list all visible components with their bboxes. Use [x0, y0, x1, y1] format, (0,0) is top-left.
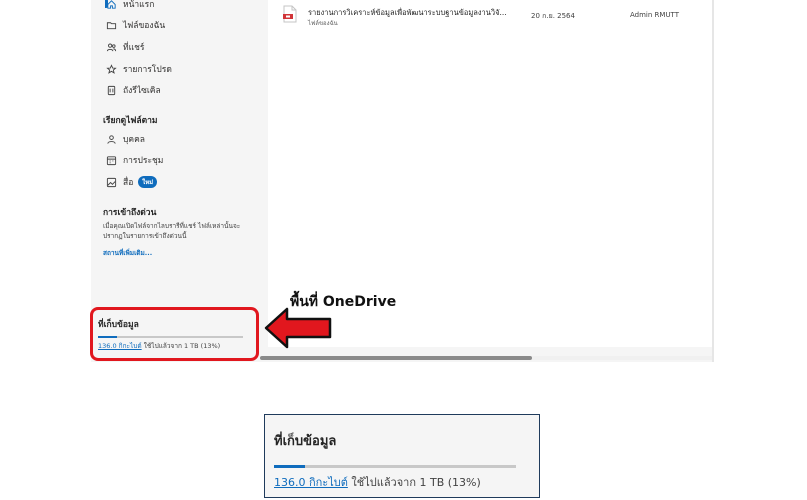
- sidebar-item-meetings[interactable]: การประชุม: [105, 152, 163, 168]
- active-indicator: [105, 0, 108, 8]
- zoom-storage-usage-rest: ใช้ไปแล้วจาก 1 TB (13%): [347, 476, 481, 489]
- quick-access-title: การเข้าถึงด่วน: [103, 208, 157, 218]
- storage-highlight-box: [90, 307, 259, 361]
- sidebar-item-my-files[interactable]: ไฟล์ของฉัน: [105, 17, 165, 33]
- new-badge: ใหม่: [138, 176, 158, 188]
- zoom-storage-progress-bar: [274, 465, 516, 468]
- person-icon: [105, 133, 117, 145]
- calendar-icon: [105, 154, 117, 166]
- trash-icon: [105, 84, 117, 96]
- window-right-border: [712, 0, 714, 362]
- sidebar-item-label: ไฟล์ของฉัน: [123, 21, 166, 31]
- star-icon: [105, 63, 117, 75]
- table-row[interactable]: รายงานการวิเคราะห์ข้อมูลเพื่อพัฒนาระบบฐา…: [268, 0, 714, 30]
- sidebar-item-home[interactable]: หน้าแรก: [105, 0, 154, 12]
- zoom-storage-progress-fill: [274, 465, 306, 468]
- zoom-storage-usage-text: 136.0 กิกะไบต์ ใช้ไปแล้วจาก 1 TB (13%): [274, 473, 481, 491]
- pdf-file-icon: [283, 5, 297, 23]
- file-date: 20 ก.ย. 2564: [531, 12, 575, 20]
- people-icon: [105, 41, 117, 53]
- zoom-storage-used-link[interactable]: 136.0 กิกะไบต์: [274, 476, 348, 489]
- sidebar-item-label: บุคคล: [123, 135, 145, 145]
- sidebar-item-shared[interactable]: ที่แชร์: [105, 39, 144, 55]
- zoom-storage-title: ที่เก็บข้อมูล: [274, 434, 337, 449]
- sidebar-item-label: สื่อ: [123, 178, 134, 188]
- horizontal-scrollbar-thumb[interactable]: [260, 356, 532, 360]
- sidebar-item-media[interactable]: สื่อ ใหม่: [105, 174, 158, 190]
- media-icon: [105, 176, 117, 188]
- folder-icon: [105, 19, 117, 31]
- more-places-link[interactable]: สถานที่เพิ่มเติม...: [103, 248, 152, 258]
- sidebar-item-label: หน้าแรก: [123, 0, 155, 10]
- browse-section-title: เรียกดูไฟล์ตาม: [103, 116, 158, 126]
- file-location: ไฟล์ของฉัน: [308, 20, 338, 27]
- sidebar-item-people[interactable]: บุคคล: [105, 131, 145, 147]
- quick-access-description: เมื่อคุณเปิดไฟล์จากไลบรารีที่แชร์ ไฟล์เห…: [103, 222, 241, 240]
- sidebar-item-label: ที่แชร์: [123, 43, 145, 53]
- sidebar-item-recycle-bin[interactable]: ถังรีไซเคิล: [105, 82, 161, 98]
- sidebar-item-label: การประชุม: [123, 156, 164, 166]
- annotation-label: พื้นที่ OneDrive: [290, 294, 397, 310]
- sidebar-item-label: ถังรีไซเคิล: [123, 86, 161, 96]
- sidebar-item-label: รายการโปรด: [123, 65, 172, 75]
- sidebar-item-favorites[interactable]: รายการโปรด: [105, 61, 172, 77]
- file-name[interactable]: รายงานการวิเคราะห์ข้อมูลเพื่อพัฒนาระบบฐา…: [308, 7, 507, 19]
- storage-zoom-panel: ที่เก็บข้อมูล 136.0 กิกะไบต์ ใช้ไปแล้วจา…: [264, 414, 540, 498]
- file-owner: Admin RMUTT: [630, 11, 679, 19]
